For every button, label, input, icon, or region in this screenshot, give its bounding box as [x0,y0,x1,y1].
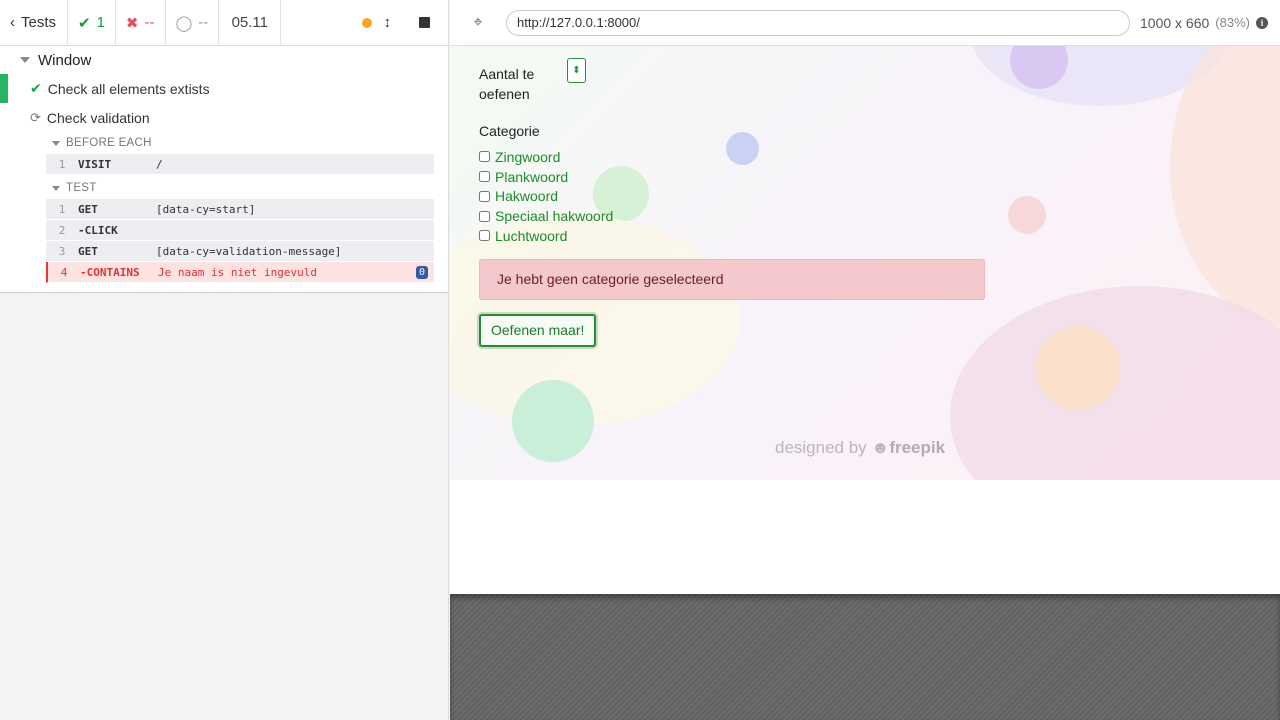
tests-back-label: Tests [21,14,57,31]
reporter-header: ‹ Tests ✔ 1 ✖ -- ◯ -- 05.11 ↕ [0,0,448,46]
decorative-blob [1008,196,1046,234]
pending-count-value: -- [198,14,209,31]
category-checkbox[interactable] [479,190,490,202]
pending-count: ◯ -- [166,0,220,45]
hook-before-each[interactable]: BEFORE EACH [0,132,448,154]
command-name: GET [78,202,98,216]
amount-label: Aantal te oefenen [479,66,535,102]
command-message: [data-cy=start] [156,202,256,216]
credit-brand: freepik [889,438,946,457]
category-option: Luchtwoord [479,226,999,246]
command-name: -CONTAINS [80,265,140,279]
category-option-label[interactable]: Luchtwoord [495,228,567,244]
command-message: [data-cy=validation-message] [156,244,342,258]
exercise-form: Aantal te oefenen ⬍ Categorie Zingwoord … [479,46,999,347]
amount-field-row: Aantal te oefenen ⬍ [479,58,999,104]
decorative-blob [512,380,594,462]
aut-iframe: Aantal te oefenen ⬍ Categorie Zingwoord … [450,46,1280,594]
test-passed[interactable]: ✔ Check all elements extists [0,74,448,103]
suite-window[interactable]: Window [0,46,448,74]
auto-scroll-icon[interactable]: ↕ [384,14,392,31]
category-checkbox[interactable] [479,230,490,242]
passed-count: ✔ 1 [68,0,116,45]
test-title: Check validation [46,109,150,126]
run-duration: 05.11 [219,0,282,45]
category-option-label[interactable]: Plankwoord [495,169,568,185]
category-option-label[interactable]: Hakwoord [495,188,558,204]
passed-count-value: 1 [96,14,105,31]
hook-title: BEFORE EACH [66,137,152,149]
credit-prefix: designed by [775,438,867,457]
suite-title: Window [38,51,92,69]
failed-count: ✖ -- [116,0,166,45]
caret-down-icon [52,185,60,191]
validation-message: Je hebt geen categorie geselecteerd [479,258,985,300]
command-message: Je naam is niet ingevuld [158,265,317,279]
cross-icon: ✖ [125,14,139,32]
command-name: GET [78,244,98,258]
category-option: Speciaal hakwoord [479,206,999,226]
caret-down-icon [52,140,60,146]
category-checkbox[interactable] [479,210,490,222]
decorative-blob [1036,326,1120,410]
category-option-label[interactable]: Zingwoord [495,149,560,165]
viewport-scale: (83%) [1215,15,1250,30]
url-field[interactable] [506,9,1130,36]
command-row[interactable]: 1 VISIT / [46,154,434,175]
command-number: 2 [58,223,66,237]
command-name: VISIT [78,157,112,171]
hook-test[interactable]: TEST [0,177,448,199]
run-controls: ↕ [281,0,448,45]
check-icon: ✔ [78,14,91,32]
freepik-credit: designed by ☻freepik [775,438,945,458]
tests-back-button[interactable]: ‹ Tests [0,0,68,45]
command-row[interactable]: 1 GET [data-cy=start] [46,199,434,220]
aut-empty-area [450,594,1280,720]
viewport-info[interactable]: 1000 x 660 (83%) i [1140,15,1268,31]
aut-header: ⌖ 1000 x 660 (83%) i [450,0,1280,46]
aut-panel: ⌖ 1000 x 660 (83%) i Aantal te oefenen [450,0,1280,720]
category-checkbox[interactable] [479,151,490,163]
command-row[interactable]: 2 -CLICK [46,220,434,241]
category-option: Hakwoord [479,187,999,207]
decorative-blob [1170,46,1280,326]
reporter-panel: ‹ Tests ✔ 1 ✖ -- ◯ -- 05.11 ↕ Window ✔ C… [0,0,449,720]
spinner-icon: ⟳ [30,109,41,125]
info-icon[interactable]: i [1255,16,1268,29]
check-icon: ✔ [30,80,42,96]
hook-title: TEST [66,182,97,194]
caret-down-icon [20,57,30,63]
chevron-left-icon: ‹ [10,14,15,31]
command-name: -CLICK [78,223,118,237]
command-row[interactable]: 3 GET [data-cy=validation-message] [46,241,434,262]
command-row-failed[interactable]: 4 -CONTAINS Je naam is niet ingevuld 0 [46,262,434,283]
category-option: Zingwoord [479,147,999,167]
command-message: / [156,157,163,171]
stop-icon[interactable] [419,17,430,28]
freepik-logo-icon: ☻ [871,438,890,457]
element-count-badge: 0 [415,265,428,279]
category-label: Categorie [479,123,540,139]
command-number: 1 [58,202,66,216]
circle-icon: ◯ [175,14,193,32]
command-number: 3 [58,244,66,258]
selector-playground-icon[interactable]: ⌖ [450,14,506,32]
failed-count-value: -- [144,14,155,31]
app-background: Aantal te oefenen ⬍ Categorie Zingwoord … [450,46,1280,480]
viewport-size: 1000 x 660 [1140,14,1210,31]
test-title: Check all elements extists [47,80,210,97]
category-option: Plankwoord [479,167,999,187]
command-number: 1 [58,157,66,171]
start-button[interactable]: Oefenen maar! [479,313,597,347]
reporter-runnables: Window ✔ Check all elements extists ⟳ Ch… [0,46,448,293]
category-option-label[interactable]: Speciaal hakwoord [495,208,613,224]
amount-select[interactable]: ⬍ [567,58,586,83]
command-number: 4 [60,265,68,279]
test-running[interactable]: ⟳ Check validation [0,103,448,132]
passed-indicator [0,74,8,103]
running-indicator-icon [361,17,372,28]
category-checkbox[interactable] [479,171,490,183]
select-arrows-icon: ⬍ [572,65,581,76]
